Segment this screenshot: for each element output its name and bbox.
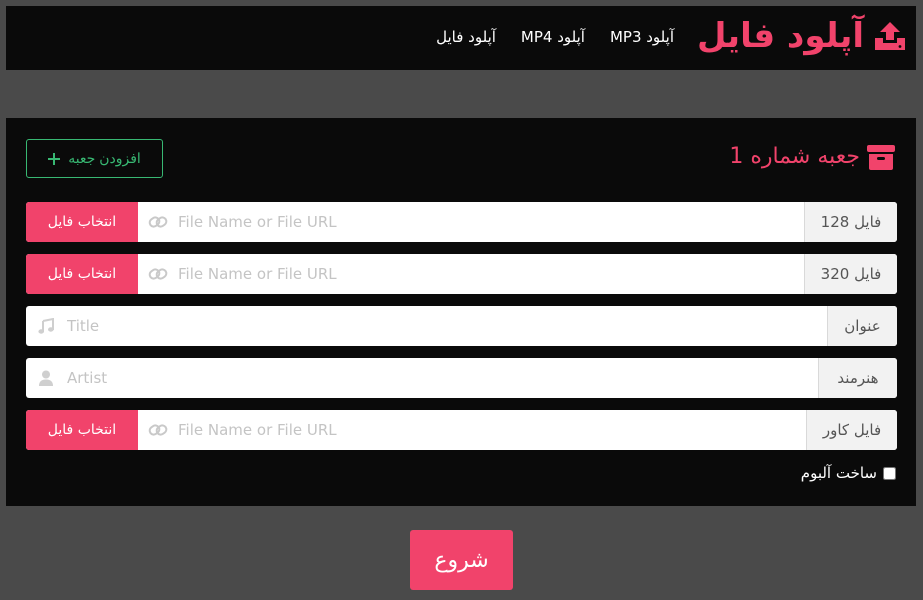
file-320-label: فایل 320: [804, 254, 897, 294]
cover-file-input[interactable]: [178, 410, 798, 450]
artist-row: هنرمند: [26, 358, 897, 398]
add-box-button[interactable]: افزودن جعبه: [26, 139, 163, 178]
link-icon: [148, 214, 168, 230]
file-128-input[interactable]: [178, 202, 798, 242]
file-320-row: انتخاب فایل فایل 320: [26, 254, 897, 294]
choose-file-128-button[interactable]: انتخاب فایل: [26, 202, 138, 242]
title-input[interactable]: [67, 306, 817, 346]
box-card: جعبه شماره 1 افزودن جعبه انتخاب فایل فای…: [6, 118, 916, 506]
nav-link-upload-mp3[interactable]: آپلود MP3: [610, 27, 674, 47]
upload-icon: [874, 21, 906, 51]
title-row: عنوان: [26, 306, 897, 346]
choose-cover-file-button[interactable]: انتخاب فایل: [26, 410, 138, 450]
choose-file-320-button[interactable]: انتخاب فایل: [26, 254, 138, 294]
link-icon: [148, 266, 168, 282]
create-album-label: ساخت آلبوم: [800, 464, 877, 482]
add-box-label: افزودن جعبه: [68, 150, 141, 166]
main-nav: آپلود MP3 آپلود MP4 آپلود فایل: [436, 27, 674, 47]
artist-label: هنرمند: [818, 358, 897, 398]
cover-file-label: فایل کاور: [806, 410, 897, 450]
nav-link-upload-mp4[interactable]: آپلود MP4: [521, 27, 585, 47]
artist-input[interactable]: [67, 358, 807, 398]
music-icon: [38, 318, 54, 334]
file-128-row: انتخاب فایل فایل 128: [26, 202, 897, 242]
file-128-label: فایل 128: [804, 202, 897, 242]
title-label: عنوان: [827, 306, 897, 346]
top-navbar: آپلود فایل آپلود MP3 آپلود MP4 آپلود فای…: [6, 6, 916, 70]
create-album-option[interactable]: ساخت آلبوم: [801, 463, 896, 483]
nav-link-upload-file[interactable]: آپلود فایل: [436, 27, 496, 47]
box-title: جعبه شماره 1: [729, 143, 896, 171]
start-button[interactable]: شروع: [410, 530, 513, 590]
link-icon: [148, 422, 168, 438]
user-icon: [38, 370, 54, 386]
box-title-text: جعبه شماره 1: [729, 144, 860, 169]
brand[interactable]: آپلود فایل: [697, 16, 906, 56]
brand-title: آپلود فایل: [696, 16, 864, 56]
create-album-checkbox[interactable]: [883, 466, 896, 480]
cover-file-row: انتخاب فایل فایل کاور: [26, 410, 897, 450]
file-320-input[interactable]: [178, 254, 798, 294]
plus-icon: [48, 152, 61, 165]
box-icon: [866, 143, 896, 171]
